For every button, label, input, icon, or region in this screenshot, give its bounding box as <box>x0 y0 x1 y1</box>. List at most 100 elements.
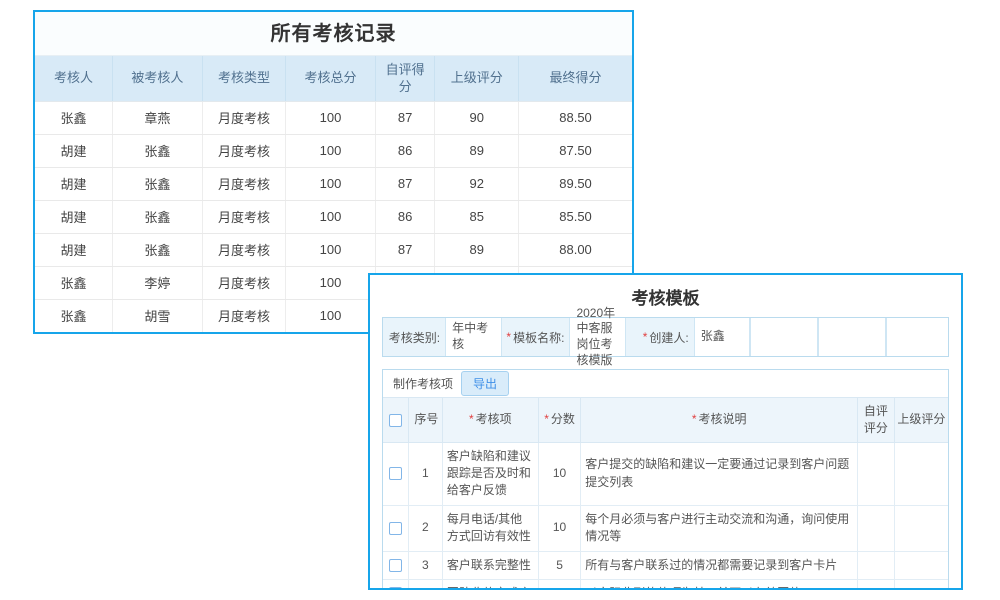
final-score-cell: 87.50 <box>519 134 632 167</box>
required-marker: * <box>643 330 648 344</box>
total-score-cell: 100 <box>286 200 376 233</box>
field-label-category: 考核类别: <box>383 318 445 356</box>
assessor-cell: 胡建 <box>35 233 113 266</box>
row-select-cell <box>383 505 408 551</box>
field-value-category: 年中考核 <box>445 318 502 356</box>
item-superior-score-cell <box>894 579 948 590</box>
export-button[interactable]: 导出 <box>461 371 509 396</box>
items-table: 序号 *考核项 *分数 *考核说明 自评评分 上级评分 <box>383 397 948 590</box>
field-value-template-name: 2020年中客服岗位考核模版 <box>569 318 626 356</box>
row-checkbox[interactable] <box>389 587 402 590</box>
total-score-cell: 100 <box>286 101 376 134</box>
col-item-self-score: 自评评分 <box>858 398 895 443</box>
row-checkbox[interactable] <box>389 467 402 480</box>
superior-score-cell: 89 <box>435 134 519 167</box>
type-cell: 月度考核 <box>202 299 286 332</box>
select-all-checkbox[interactable] <box>389 414 402 427</box>
assessor-cell: 张鑫 <box>35 299 113 332</box>
item-row: 1 客户缺陷和建议跟踪是否及时和给客户反馈 10 客户提交的缺陷和建议一定要通过… <box>383 442 948 505</box>
total-score-cell: 100 <box>286 167 376 200</box>
required-marker: * <box>544 412 549 426</box>
item-row: 3 客户联系完整性 5 所有与客户联系过的情况都需要记录到客户卡片 <box>383 551 948 579</box>
row-checkbox[interactable] <box>389 559 402 572</box>
item-desc-cell: 以实际收到的款项为基，并不以有效回款 <box>581 579 858 590</box>
field-value-creator: 张鑫 <box>694 318 751 356</box>
item-name-cell: 每月电话/其他方式回访有效性 <box>442 505 538 551</box>
type-cell: 月度考核 <box>202 200 286 233</box>
type-cell: 月度考核 <box>202 167 286 200</box>
item-no-cell: 2 <box>408 505 442 551</box>
item-superior-score-cell <box>894 505 948 551</box>
row-select-cell <box>383 442 408 505</box>
required-marker: * <box>469 412 474 426</box>
field-empty-cell <box>886 318 948 356</box>
final-score-cell: 85.50 <box>519 200 632 233</box>
col-assessee: 被考核人 <box>113 56 203 101</box>
col-total-score: 考核总分 <box>286 56 376 101</box>
records-header-row: 考核人 被考核人 考核类型 考核总分 自评得分 上级评分 最终得分 <box>35 56 632 101</box>
item-name-cell: 团队收款完成率 <box>442 579 538 590</box>
item-self-score-cell <box>858 579 895 590</box>
total-score-cell: 100 <box>286 299 376 332</box>
item-score-cell: 70 <box>538 579 580 590</box>
item-superior-score-cell <box>894 551 948 579</box>
item-score-cell: 10 <box>538 505 580 551</box>
item-row: 2 每月电话/其他方式回访有效性 10 每个月必须与客户进行主动交流和沟通，询问… <box>383 505 948 551</box>
record-row: 胡建 张鑫 月度考核 100 86 89 87.50 <box>35 134 632 167</box>
superior-score-cell: 85 <box>435 200 519 233</box>
select-all-cell <box>383 398 408 443</box>
col-final-score: 最终得分 <box>519 56 632 101</box>
type-cell: 月度考核 <box>202 101 286 134</box>
item-self-score-cell <box>858 551 895 579</box>
self-score-cell: 87 <box>375 167 435 200</box>
assessee-cell: 张鑫 <box>113 134 203 167</box>
self-score-cell: 87 <box>375 101 435 134</box>
field-empty-cell <box>750 318 818 356</box>
final-score-cell: 88.00 <box>519 233 632 266</box>
item-no-cell: 4 <box>408 579 442 590</box>
item-row: 4 团队收款完成率 70 以实际收到的款项为基，并不以有效回款 <box>383 579 948 590</box>
template-panel: 考核模板 考核类别: 年中考核 *模板名称: 2020年中客服岗位考核模版 *创… <box>368 273 963 590</box>
assessor-cell: 张鑫 <box>35 266 113 299</box>
type-cell: 月度考核 <box>202 134 286 167</box>
assessee-cell: 胡雪 <box>113 299 203 332</box>
record-row: 胡建 张鑫 月度考核 100 87 92 89.50 <box>35 167 632 200</box>
superior-score-cell: 89 <box>435 233 519 266</box>
assessee-cell: 张鑫 <box>113 200 203 233</box>
item-name-cell: 客户缺陷和建议跟踪是否及时和给客户反馈 <box>442 442 538 505</box>
assessee-cell: 章燕 <box>113 101 203 134</box>
assessee-cell: 张鑫 <box>113 233 203 266</box>
required-marker: * <box>692 412 697 426</box>
self-score-cell: 86 <box>375 134 435 167</box>
col-item-score: *分数 <box>538 398 580 443</box>
final-score-cell: 89.50 <box>519 167 632 200</box>
row-checkbox[interactable] <box>389 522 402 535</box>
template-panel-title: 考核模板 <box>370 275 961 317</box>
total-score-cell: 100 <box>286 233 376 266</box>
item-score-cell: 10 <box>538 442 580 505</box>
assessment-items-section: 制作考核项 导出 序号 *考核项 <box>382 369 949 590</box>
assessor-cell: 胡建 <box>35 134 113 167</box>
col-item-no: 序号 <box>408 398 442 443</box>
assessee-cell: 李婷 <box>113 266 203 299</box>
item-self-score-cell <box>858 442 895 505</box>
item-score-cell: 5 <box>538 551 580 579</box>
required-marker: * <box>506 330 511 344</box>
item-no-cell: 3 <box>408 551 442 579</box>
superior-score-cell: 92 <box>435 167 519 200</box>
record-row: 张鑫 章燕 月度考核 100 87 90 88.50 <box>35 101 632 134</box>
final-score-cell: 88.50 <box>519 101 632 134</box>
self-score-cell: 87 <box>375 233 435 266</box>
item-self-score-cell <box>858 505 895 551</box>
items-section-label: 制作考核项 <box>393 375 453 392</box>
col-superior-score: 上级评分 <box>435 56 519 101</box>
item-superior-score-cell <box>894 442 948 505</box>
col-item-superior-score: 上级评分 <box>894 398 948 443</box>
items-toolbar: 制作考核项 导出 <box>383 370 948 397</box>
assessor-cell: 张鑫 <box>35 101 113 134</box>
item-desc-cell: 每个月必须与客户进行主动交流和沟通，询问使用情况等 <box>581 505 858 551</box>
assessee-cell: 张鑫 <box>113 167 203 200</box>
template-info-bar: 考核类别: 年中考核 *模板名称: 2020年中客服岗位考核模版 *创建人: 张… <box>382 317 949 357</box>
record-row: 胡建 张鑫 月度考核 100 86 85 85.50 <box>35 200 632 233</box>
col-item-name: *考核项 <box>442 398 538 443</box>
